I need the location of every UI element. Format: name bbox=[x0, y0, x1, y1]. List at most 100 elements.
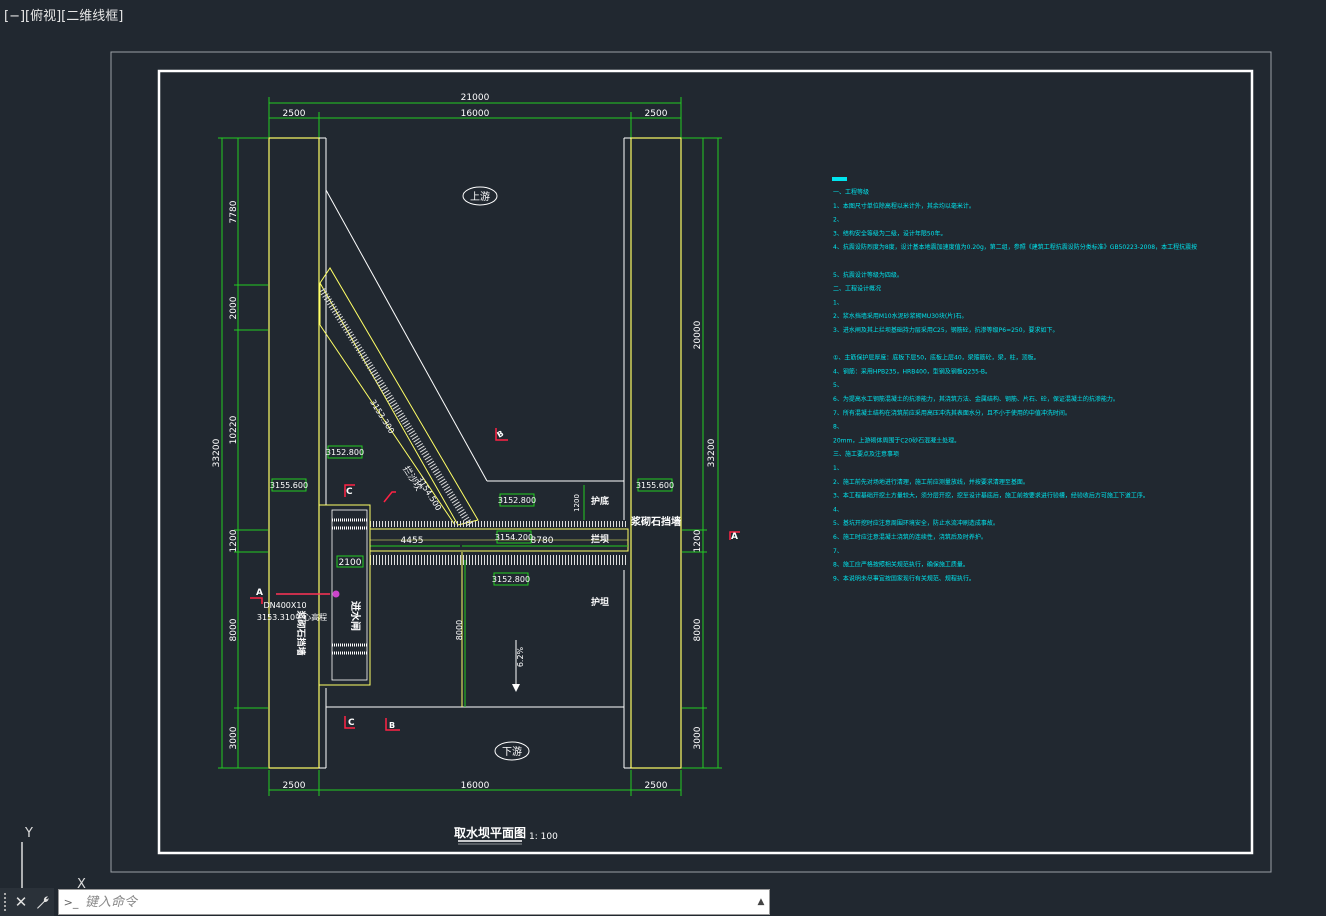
note-line: 6、为提高水工钢筋混凝土的抗渗能力，其浇筑方法、金属结构、钢筋、片石、砼，保证混… bbox=[833, 395, 1119, 403]
dim-left-s5: 8000 bbox=[229, 618, 239, 641]
dim-left-s2: 2000 bbox=[229, 296, 239, 319]
dim-right-s4: 3000 bbox=[693, 726, 703, 749]
intake-gate bbox=[276, 504, 371, 686]
command-line-bar: ✕ >_ ▲ bbox=[0, 888, 770, 916]
dim-top-middle: 16000 bbox=[461, 109, 490, 119]
note-line: 1、 bbox=[833, 465, 843, 472]
note-line: 三、施工要点及注意事项 bbox=[833, 450, 899, 458]
right-retaining-wall bbox=[623, 137, 682, 769]
drawing-scale: 1: 100 bbox=[529, 832, 558, 842]
note-line: 2、浆水挡墙采用M10水泥砂浆砌MU30块(片)石。 bbox=[833, 312, 968, 320]
notes-heading-bar bbox=[832, 177, 847, 181]
section-marker-b-top: B bbox=[495, 428, 508, 441]
note-line: 7、 bbox=[833, 548, 843, 555]
note-line: ①、主筋保护层厚度：底板下层50，底板上层40，梁箍筋砼，梁，柱，顶板。 bbox=[833, 354, 1040, 362]
elev-left-wall: 3155.600 bbox=[270, 481, 308, 490]
dim-1200-inner: 1200 bbox=[573, 494, 581, 512]
note-line: 5、基坑开挖时应注意周围环境安全，防止水流冲刷造成事故。 bbox=[833, 519, 999, 527]
label-slope: 6.2% bbox=[516, 646, 525, 667]
outer-sheet-frame bbox=[110, 51, 1272, 873]
left-dimensions bbox=[218, 137, 268, 769]
dim-left-s4: 1200 bbox=[229, 529, 239, 552]
section-marker-mid bbox=[383, 491, 396, 503]
diagonal-weir bbox=[319, 267, 479, 527]
wrench-icon bbox=[37, 896, 49, 909]
dim-8780: 8780 bbox=[531, 536, 554, 546]
note-line: 2、 bbox=[833, 217, 843, 224]
dim-left-s1: 7780 bbox=[229, 200, 239, 223]
command-input[interactable] bbox=[83, 891, 753, 913]
dim-top-total: 21000 bbox=[461, 93, 490, 103]
design-notes: 一、工程等级 1、本图尺寸单位除高程以米计外，其余均以毫米计。 2、 3、结构安全等级… bbox=[833, 188, 1197, 582]
dim-left-total: 33200 bbox=[212, 438, 222, 467]
drawing-title: 取水坝平面图 bbox=[454, 825, 526, 840]
note-line: 5、 bbox=[833, 382, 843, 389]
dim-top-right: 2500 bbox=[645, 109, 668, 119]
command-prompt-icon[interactable]: >_ bbox=[59, 891, 83, 913]
label-weir: 拦坝 bbox=[591, 533, 609, 545]
note-line: 4、抗震设防烈度为8度，设计基本地震加速度值为0.20g，第二组，参照《建筑工程… bbox=[833, 243, 1197, 251]
customize-button[interactable] bbox=[32, 888, 54, 916]
svg-text:Y: Y bbox=[24, 826, 33, 841]
slope-arrow-head bbox=[512, 684, 520, 692]
section-marker-c-top: C bbox=[344, 484, 355, 497]
note-line: 7、所有混凝土结构在浇筑前应采用高压冲洗其表面水分，且不小于使用的中值冲洗时间。 bbox=[833, 409, 1071, 417]
dim-right-total: 33200 bbox=[707, 438, 717, 467]
note-line: 3、结构安全等级为二级，设计年限50年。 bbox=[833, 229, 946, 237]
label-pipe: DN400X10 bbox=[263, 601, 306, 610]
note-line: 4、钢筋：采用HPB235，HRB400，型钢及钢板Q235-B。 bbox=[833, 367, 991, 375]
note-line: 20mm，上游砌体周围于C20砂石混凝土处理。 bbox=[833, 436, 960, 444]
upstream-channel-outline bbox=[325, 189, 624, 708]
label-pipe-elev: 3153.310中心高程 bbox=[257, 612, 327, 622]
command-history-up-icon[interactable]: ▲ bbox=[753, 891, 769, 913]
ucs-icon: Y X bbox=[21, 826, 86, 888]
cad-drawing-canvas[interactable]: 21000 2500 16000 2500 2500 16000 2500 33… bbox=[0, 0, 1326, 888]
inner-dimensions bbox=[370, 485, 628, 707]
note-line: 一、工程等级 bbox=[833, 188, 869, 196]
dim-top-left: 2500 bbox=[283, 109, 306, 119]
section-marker-a-right: A bbox=[729, 531, 740, 542]
label-apron-up: 护底 bbox=[591, 495, 609, 507]
left-retaining-wall bbox=[268, 137, 327, 769]
note-line: 8、施工应严格按照相关规范执行，确保施工质量。 bbox=[833, 561, 969, 569]
svg-text:A: A bbox=[731, 532, 738, 542]
dim-2100: 2100 bbox=[339, 558, 362, 568]
note-line: 6、施工时应注意混凝土浇筑的连续性，浇筑后及时养护。 bbox=[833, 533, 987, 541]
section-marker-b-bottom: B bbox=[385, 718, 400, 731]
svg-text:C: C bbox=[348, 718, 355, 728]
dim-right-s3: 8000 bbox=[693, 618, 703, 641]
horizontal-weir bbox=[369, 521, 629, 707]
dim-left-s3: 10220 bbox=[229, 415, 239, 444]
svg-text:X: X bbox=[77, 877, 86, 888]
close-icon: ✕ bbox=[14, 893, 28, 911]
note-line: 1、 bbox=[833, 299, 843, 306]
note-line: 二、工程设计概况 bbox=[833, 285, 881, 293]
close-command-line-button[interactable]: ✕ bbox=[10, 888, 32, 916]
label-intake: 进水闸 bbox=[349, 601, 362, 631]
dim-bottom-right: 2500 bbox=[645, 781, 668, 791]
downstream-label: 下游 bbox=[502, 745, 522, 758]
dim-bottom-left: 2500 bbox=[283, 781, 306, 791]
note-line: 1、本图尺寸单位除高程以米计外，其余均以毫米计。 bbox=[833, 202, 975, 210]
label-right-wall: 浆砌石挡墙 bbox=[631, 515, 681, 528]
dim-8000-inner: 8000 bbox=[455, 620, 464, 640]
svg-text:B: B bbox=[389, 721, 395, 730]
label-apron-down: 护坦 bbox=[591, 596, 609, 608]
note-line: 5、抗震设计等级为四级。 bbox=[833, 271, 903, 279]
svg-text:C: C bbox=[346, 487, 353, 497]
command-input-box[interactable]: >_ ▲ bbox=[58, 889, 770, 915]
svg-text:B: B bbox=[496, 429, 506, 440]
section-marker-c-bottom: C bbox=[344, 716, 355, 729]
note-line: 8、 bbox=[833, 424, 843, 431]
elev-weir-crest: 3154.200 bbox=[495, 533, 533, 542]
note-line: 2、施工前先对场地进行清理，施工前应测量放线，并按要求清理至基面。 bbox=[833, 478, 1029, 486]
dim-right-s2: 1200 bbox=[693, 529, 703, 552]
dim-4455: 4455 bbox=[401, 536, 424, 546]
command-line-grip[interactable] bbox=[0, 888, 10, 916]
dim-left-s6: 3000 bbox=[229, 726, 239, 749]
upstream-label: 上游 bbox=[470, 190, 490, 203]
note-line: 4、 bbox=[833, 506, 843, 513]
elev-diag1: 3153.300 bbox=[368, 398, 396, 435]
note-line: 3、进水闸及其上拦坝基础持力层采用C25，钢筋砼，抗渗等级P6=250，要求如下… bbox=[833, 326, 1059, 334]
elev-down-area: 3152.800 bbox=[492, 575, 530, 584]
